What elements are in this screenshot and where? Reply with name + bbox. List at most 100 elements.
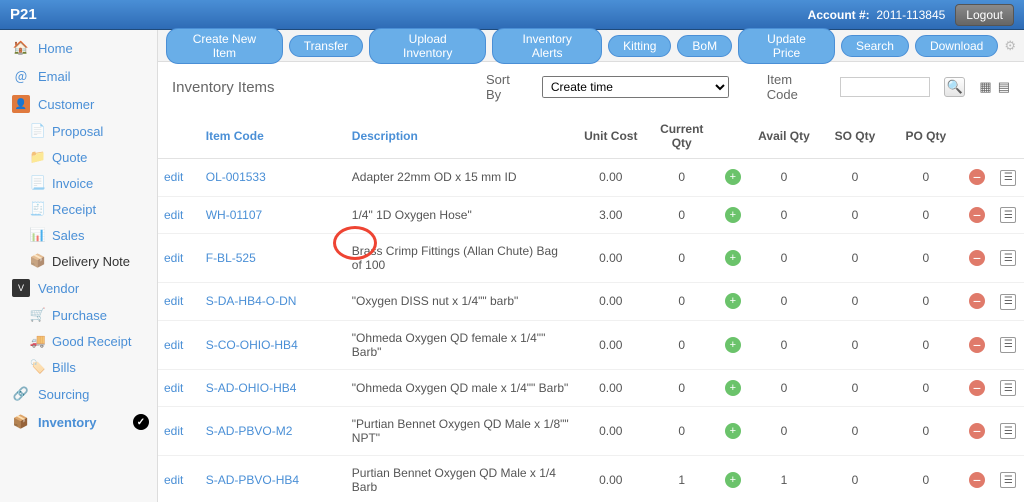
home-icon: 🏠 — [12, 39, 30, 57]
add-qty-button[interactable]: + — [725, 207, 741, 223]
edit-link[interactable]: edit — [158, 234, 200, 283]
detail-button[interactable]: ☰ — [1000, 423, 1016, 439]
edit-link[interactable]: edit — [158, 369, 200, 407]
add-qty-button[interactable]: + — [725, 337, 741, 353]
edit-link[interactable]: edit — [158, 320, 200, 369]
current-qty: 0 — [646, 159, 717, 197]
inventory-icon: 📦 — [12, 413, 30, 431]
add-qty-button[interactable]: + — [725, 169, 741, 185]
sidebar-item-delivery[interactable]: 📦Delivery Note — [0, 248, 157, 274]
sidebar-item-invoice[interactable]: 📃Invoice — [0, 170, 157, 196]
item-code-input[interactable] — [840, 77, 930, 97]
table-row: editWH-011071/4" 1D Oxygen Hose"3.000+00… — [158, 196, 1024, 234]
table-row: editOL-001533Adapter 22mm OD x 15 mm ID0… — [158, 159, 1024, 197]
col-description[interactable]: Description — [346, 114, 576, 159]
item-description: Purtian Bennet Oxygen QD Male x 1/4 Barb — [346, 456, 576, 502]
sidebar-item-vendor[interactable]: VVendor — [0, 274, 157, 302]
detail-button[interactable]: ☰ — [1000, 472, 1016, 488]
avail-qty: 0 — [749, 234, 820, 283]
table-row: editS-AD-PBVO-M2"Purtian Bennet Oxygen Q… — [158, 407, 1024, 456]
current-qty: 0 — [646, 407, 717, 456]
edit-link[interactable]: edit — [158, 456, 200, 502]
detail-button[interactable]: ☰ — [1000, 337, 1016, 353]
item-code-link[interactable]: F-BL-525 — [200, 234, 346, 283]
logout-button[interactable]: Logout — [955, 4, 1014, 26]
item-code-link[interactable]: S-CO-OHIO-HB4 — [200, 320, 346, 369]
sidebar-item-email[interactable]: ＠Email — [0, 62, 157, 90]
remove-button[interactable]: − — [969, 472, 985, 488]
kitting-button[interactable]: Kitting — [608, 35, 671, 57]
create-new-item-button[interactable]: Create New Item — [166, 28, 283, 64]
grid-view-icon[interactable]: ▦ — [979, 79, 991, 95]
remove-button[interactable]: − — [969, 423, 985, 439]
po-qty: 0 — [890, 456, 961, 502]
update-price-button[interactable]: Update Price — [738, 28, 835, 64]
sidebar-item-customer[interactable]: 👤Customer — [0, 90, 157, 118]
sidebar-item-bills[interactable]: 🏷️Bills — [0, 354, 157, 380]
item-code-link[interactable]: S-AD-PBVO-M2 — [200, 407, 346, 456]
transfer-button[interactable]: Transfer — [289, 35, 363, 57]
item-code-link[interactable]: S-AD-OHIO-HB4 — [200, 369, 346, 407]
sidebar-item-purchase[interactable]: 🛒Purchase — [0, 302, 157, 328]
sort-by-select[interactable]: Create time — [542, 76, 729, 98]
detail-button[interactable]: ☰ — [1000, 294, 1016, 310]
detail-button[interactable]: ☰ — [1000, 250, 1016, 266]
search-icon-button[interactable]: 🔍 — [944, 77, 966, 97]
unit-cost: 0.00 — [575, 320, 646, 369]
sidebar-item-goodreceipt[interactable]: 🚚Good Receipt — [0, 328, 157, 354]
po-qty: 0 — [890, 407, 961, 456]
search-button[interactable]: Search — [841, 35, 909, 57]
add-qty-button[interactable]: + — [725, 423, 741, 439]
edit-link[interactable]: edit — [158, 159, 200, 197]
add-qty-button[interactable]: + — [725, 293, 741, 309]
add-qty-button[interactable]: + — [725, 380, 741, 396]
main-panel: Create New Item Transfer Upload Inventor… — [158, 30, 1024, 502]
sidebar-item-proposal[interactable]: 📄Proposal — [0, 118, 157, 144]
sidebar-item-sales[interactable]: 📊Sales — [0, 222, 157, 248]
remove-button[interactable]: − — [969, 250, 985, 266]
item-code-link[interactable]: WH-01107 — [200, 196, 346, 234]
inventory-alerts-button[interactable]: Inventory Alerts — [492, 28, 602, 64]
unit-cost: 0.00 — [575, 456, 646, 502]
remove-button[interactable]: − — [969, 169, 985, 185]
avail-qty: 0 — [749, 283, 820, 321]
bom-button[interactable]: BoM — [677, 35, 732, 57]
sidebar-item-inventory[interactable]: 📦Inventory✓ — [0, 408, 157, 436]
col-so-qty[interactable]: SO Qty — [819, 114, 890, 159]
col-current-qty[interactable]: Current Qty — [646, 114, 717, 159]
sidebar-item-sourcing[interactable]: 🔗Sourcing — [0, 380, 157, 408]
item-code-link[interactable]: OL-001533 — [200, 159, 346, 197]
col-avail-qty[interactable]: Avail Qty — [749, 114, 820, 159]
table-view-icon[interactable]: ▤ — [998, 79, 1010, 95]
current-qty: 1 — [646, 456, 717, 502]
edit-link[interactable]: edit — [158, 196, 200, 234]
download-button[interactable]: Download — [915, 35, 998, 57]
account-label: Account #: 2011-113845 — [808, 8, 946, 22]
email-icon: ＠ — [12, 67, 30, 85]
sidebar-item-home[interactable]: 🏠Home — [0, 34, 157, 62]
detail-button[interactable]: ☰ — [1000, 380, 1016, 396]
col-item-code[interactable]: Item Code — [200, 114, 346, 159]
remove-button[interactable]: − — [969, 207, 985, 223]
remove-button[interactable]: − — [969, 293, 985, 309]
gear-icon[interactable]: ⚙ — [1004, 38, 1016, 54]
so-qty: 0 — [819, 320, 890, 369]
add-qty-button[interactable]: + — [725, 472, 741, 488]
upload-inventory-button[interactable]: Upload Inventory — [369, 28, 486, 64]
detail-button[interactable]: ☰ — [1000, 170, 1016, 186]
sidebar-item-receipt[interactable]: 🧾Receipt — [0, 196, 157, 222]
edit-link[interactable]: edit — [158, 407, 200, 456]
remove-button[interactable]: − — [969, 337, 985, 353]
invoice-icon: 📃 — [30, 175, 46, 191]
item-code-link[interactable]: S-AD-PBVO-HB4 — [200, 456, 346, 502]
remove-button[interactable]: − — [969, 380, 985, 396]
col-unit-cost[interactable]: Unit Cost — [575, 114, 646, 159]
current-qty: 0 — [646, 196, 717, 234]
add-qty-button[interactable]: + — [725, 250, 741, 266]
col-po-qty[interactable]: PO Qty — [890, 114, 961, 159]
sidebar-item-quote[interactable]: 📁Quote — [0, 144, 157, 170]
item-code-link[interactable]: S-DA-HB4-O-DN — [200, 283, 346, 321]
unit-cost: 0.00 — [575, 407, 646, 456]
detail-button[interactable]: ☰ — [1000, 207, 1016, 223]
edit-link[interactable]: edit — [158, 283, 200, 321]
